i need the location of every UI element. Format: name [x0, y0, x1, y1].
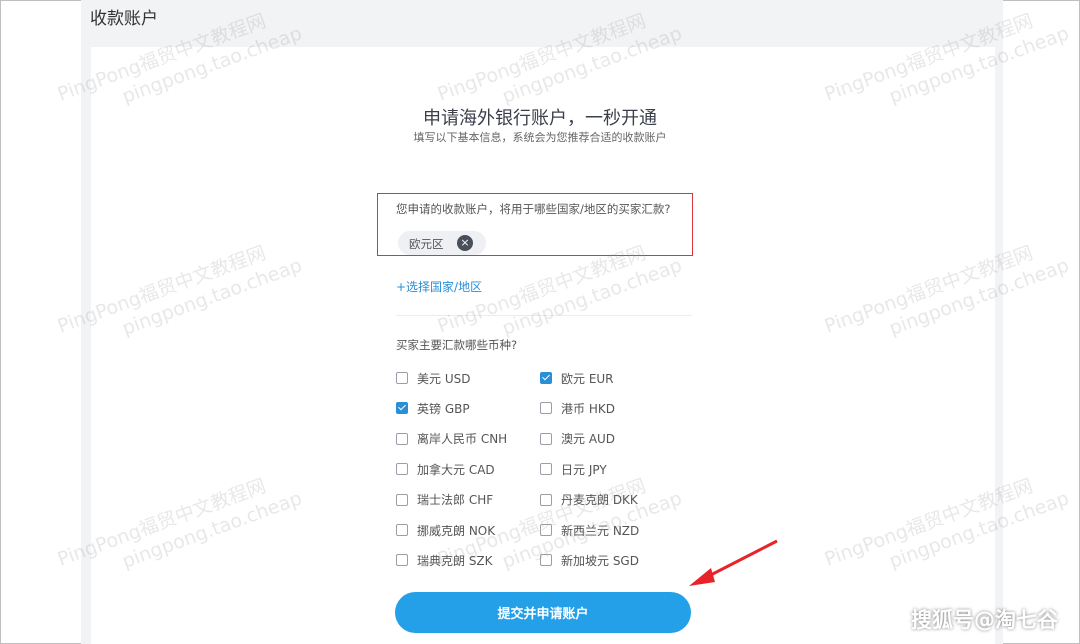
- currency-label: 澳元 AUD: [561, 432, 616, 447]
- currency-label: 欧元 EUR: [561, 371, 614, 386]
- currency-option[interactable]: 挪威克朗 NOK: [396, 521, 495, 539]
- page-title: 收款账户: [90, 9, 158, 29]
- currency-checkbox[interactable]: [396, 493, 408, 506]
- currency-option[interactable]: 港币 HKD: [540, 399, 615, 417]
- submit-button[interactable]: 提交并申请账户: [395, 592, 691, 633]
- currency-checkbox[interactable]: [540, 554, 552, 567]
- currency-option[interactable]: 新加坡元 SGD: [540, 551, 639, 569]
- currency-checkbox[interactable]: [396, 402, 408, 415]
- currency-option[interactable]: 瑞典克朗 SZK: [396, 551, 493, 569]
- currency-option[interactable]: 日元 JPY: [540, 460, 607, 478]
- region-chip: 欧元区 ×: [398, 231, 486, 255]
- currency-label: 瑞士法郎 CHF: [417, 493, 494, 508]
- currency-option[interactable]: 离岸人民币 CNH: [396, 430, 507, 448]
- currency-option[interactable]: 澳元 AUD: [540, 430, 615, 448]
- currency-checkbox[interactable]: [396, 463, 408, 476]
- currency-checkbox[interactable]: [540, 493, 552, 506]
- currency-label: 丹麦克朗 DKK: [561, 493, 638, 508]
- currency-checkbox[interactable]: [396, 524, 408, 536]
- currency-checkbox[interactable]: [396, 372, 408, 384]
- credit-watermark: 搜狐号@淘七谷: [911, 608, 1058, 632]
- currency-option[interactable]: 新西兰元 NZD: [540, 521, 639, 539]
- currency-label: 离岸人民币 CNH: [417, 432, 508, 447]
- region-question: 您申请的收款账户，将用于哪些国家/地区的买家汇款?: [396, 202, 671, 216]
- currency-label: 挪威克朗 NOK: [417, 523, 496, 538]
- currency-label: 新加坡元 SGD: [561, 553, 639, 568]
- currency-question: 买家主要汇款哪些币种?: [396, 338, 518, 352]
- currency-checkbox[interactable]: [540, 372, 552, 384]
- currency-checkbox[interactable]: [540, 524, 552, 536]
- currency-checkbox[interactable]: [540, 432, 552, 445]
- currency-option[interactable]: 丹麦克朗 DKK: [540, 491, 638, 509]
- currency-label: 新西兰元 NZD: [561, 523, 640, 538]
- form-heading: 申请海外银行账户，一秒开通: [423, 108, 657, 129]
- annotation-arrow-icon: [689, 539, 778, 586]
- currency-checkbox[interactable]: [540, 402, 552, 415]
- region-chip-label: 欧元区: [409, 237, 444, 251]
- currency-checkbox[interactable]: [540, 463, 552, 476]
- chip-remove-icon[interactable]: ×: [457, 235, 473, 251]
- currency-label: 英镑 GBP: [417, 401, 470, 416]
- currency-label: 日元 JPY: [561, 462, 607, 477]
- currency-option[interactable]: 瑞士法郎 CHF: [396, 491, 493, 509]
- currency-checkbox[interactable]: [396, 554, 408, 567]
- add-region-link[interactable]: +选择国家/地区: [396, 278, 482, 295]
- currency-option[interactable]: 英镑 GBP: [396, 399, 470, 417]
- currency-label: 瑞典克朗 SZK: [417, 553, 493, 568]
- currency-label: 美元 USD: [417, 371, 471, 386]
- currency-label: 加拿大元 CAD: [417, 462, 495, 477]
- currency-option[interactable]: 加拿大元 CAD: [396, 460, 495, 478]
- divider: [396, 315, 692, 316]
- currency-option[interactable]: 美元 USD: [396, 369, 470, 387]
- currency-checkbox[interactable]: [396, 432, 408, 445]
- currency-option[interactable]: 欧元 EUR: [540, 369, 614, 387]
- form-subheading: 填写以下基本信息，系统会为您推荐合适的收款账户: [413, 131, 667, 144]
- currency-label: 港币 HKD: [561, 401, 615, 416]
